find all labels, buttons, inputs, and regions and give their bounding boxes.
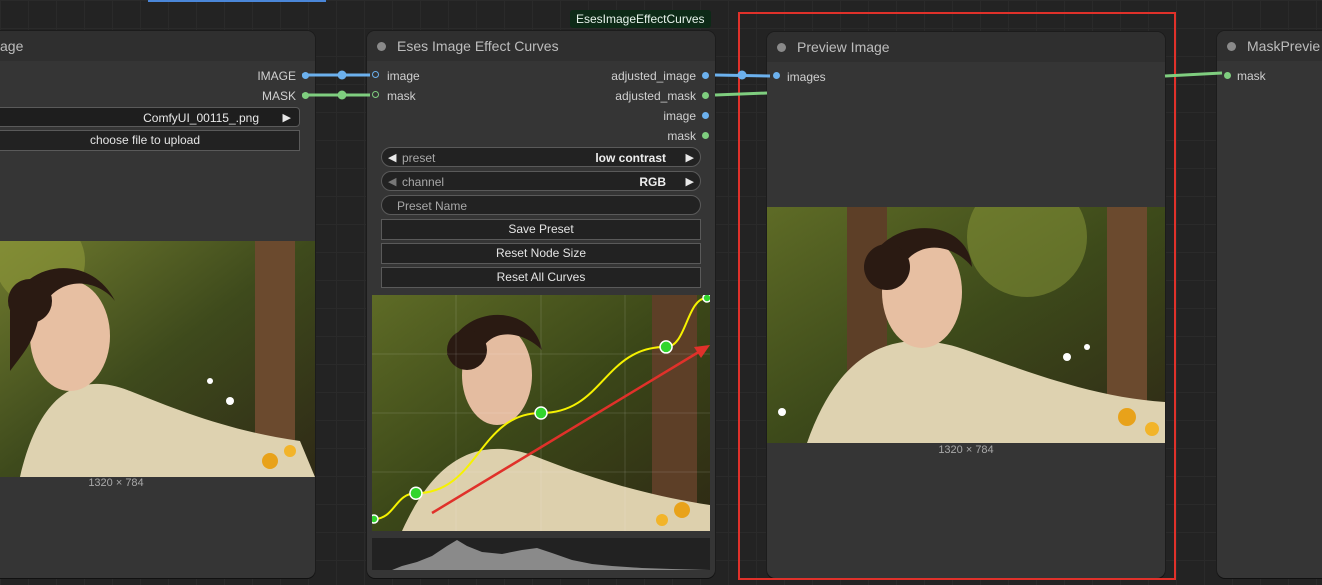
mask-wire-3 xyxy=(1164,71,1223,78)
wires xyxy=(302,70,1223,100)
image-wire-1-midpoint xyxy=(337,70,347,80)
mask-wire-2 xyxy=(714,91,768,97)
image-wire-2-midpoint xyxy=(737,70,747,80)
mask-wire-1-midpoint xyxy=(337,90,347,100)
